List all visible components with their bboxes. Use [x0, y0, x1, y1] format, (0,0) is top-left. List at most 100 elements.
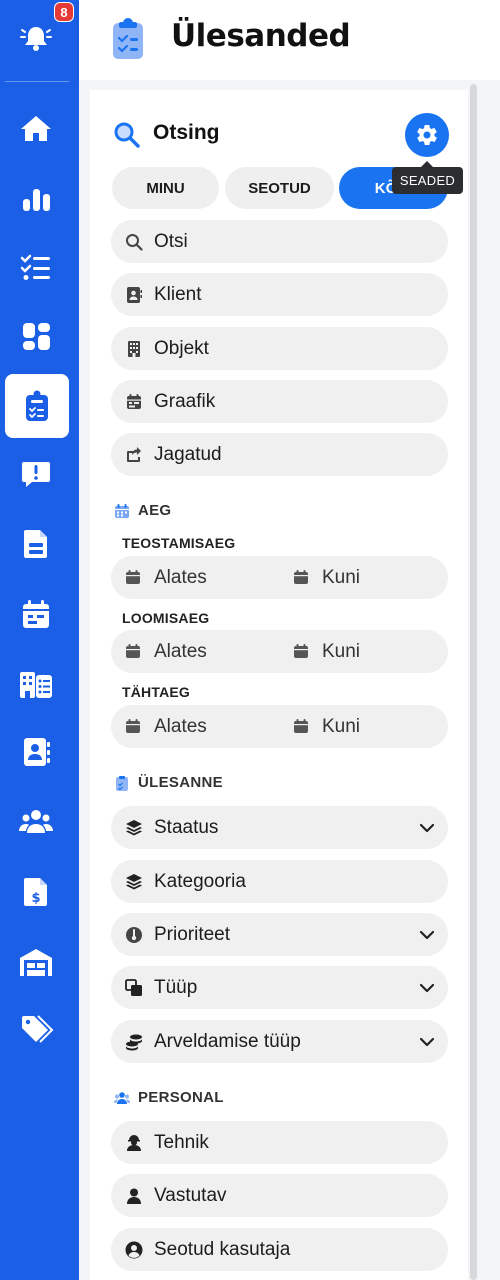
svg-text:$: $ [31, 891, 40, 906]
clipboard-task-icon [116, 775, 128, 791]
creation-time-from[interactable]: Alates [154, 641, 207, 663]
execution-time-label: TEOSTAMISAEG [122, 535, 236, 551]
user-icon [124, 1186, 143, 1205]
calendar-icon [294, 644, 308, 658]
sidebar-item-users[interactable] [0, 794, 72, 850]
responsible-filter-label: Vastutav [154, 1185, 227, 1206]
page-header: Ülesanded [79, 0, 500, 80]
responsible-filter[interactable]: Vastutav [111, 1174, 448, 1217]
calendar-icon [126, 719, 140, 733]
sidebar-item-checklist[interactable] [0, 239, 72, 295]
task-section-header: ÜLESANNE [114, 774, 223, 791]
time-section-header: AEG [114, 502, 171, 519]
object-filter-label: Objekt [154, 338, 209, 359]
execution-time-range: Alates Kuni [111, 556, 448, 599]
calendar-icon [115, 503, 129, 518]
share-icon [124, 445, 143, 464]
sidebar-item-statistics[interactable] [0, 171, 72, 227]
sidebar-item-alerts[interactable] [0, 446, 72, 502]
calendar-icon [124, 392, 143, 411]
document-icon [24, 530, 47, 558]
building-icon [124, 339, 143, 358]
time-section-label: AEG [138, 502, 172, 519]
client-filter-label: Klient [154, 284, 202, 305]
object-filter[interactable]: Objekt [111, 327, 448, 370]
shared-filter[interactable]: Jagatud [111, 433, 448, 476]
checklist-icon [20, 254, 50, 280]
technician-icon [124, 1133, 143, 1152]
type-dropdown-label: Tüüp [154, 977, 198, 998]
users-icon [114, 1091, 130, 1104]
sidebar-item-dashboard[interactable] [0, 308, 72, 364]
deadline-from[interactable]: Alates [154, 716, 207, 738]
billing-type-dropdown-label: Arveldamise tüüp [154, 1031, 301, 1052]
search-icon [114, 122, 140, 148]
related-user-filter-label: Seotud kasutaja [154, 1239, 291, 1260]
calendar-icon [294, 719, 308, 733]
deadline-to[interactable]: Kuni [322, 716, 360, 738]
search-icon [124, 232, 143, 251]
execution-time-to[interactable]: Kuni [322, 567, 360, 589]
sidebar-item-calendar[interactable] [0, 586, 72, 642]
dashboard-icon [23, 323, 50, 350]
layers-icon [124, 818, 143, 837]
calendar-icon [23, 600, 49, 628]
priority-dropdown[interactable]: Prioriteet [111, 913, 448, 956]
tab-minu[interactable]: MINU [112, 167, 219, 209]
technician-filter-label: Tehnik [154, 1132, 209, 1153]
sidebar-item-tasks[interactable] [5, 374, 69, 438]
calendar-icon [126, 644, 140, 658]
clone-icon [124, 978, 143, 997]
billing-type-dropdown[interactable]: Arveldamise tüüp [111, 1020, 448, 1063]
type-dropdown[interactable]: Tüüp [111, 966, 448, 1009]
creation-time-label: LOOMISAEG [122, 610, 210, 626]
sidebar-item-objects[interactable] [0, 656, 72, 712]
calendar-icon [294, 570, 308, 584]
client-filter[interactable]: Klient [111, 273, 448, 316]
page-title: Ülesanded [171, 18, 351, 54]
personnel-section-header: PERSONAL [114, 1089, 224, 1106]
settings-button[interactable] [405, 113, 449, 157]
sidebar-item-warehouse[interactable] [0, 934, 72, 990]
chevron-down-icon [419, 1037, 435, 1047]
deadline-range: Alates Kuni [111, 705, 448, 748]
search-title: Otsing [153, 121, 220, 144]
sidebar-item-contacts[interactable] [0, 724, 72, 780]
alert-message-icon [22, 462, 50, 487]
personnel-section-label: PERSONAL [138, 1089, 224, 1106]
settings-tooltip: SEADED [392, 167, 463, 194]
status-dropdown-label: Staatus [154, 817, 219, 838]
thermometer-icon [124, 925, 143, 944]
schedule-filter[interactable]: Graafik [111, 380, 448, 423]
coins-icon [124, 1032, 143, 1051]
chevron-down-icon [419, 823, 435, 833]
creation-time-range: Alates Kuni [111, 630, 448, 673]
creation-time-to[interactable]: Kuni [322, 641, 360, 663]
sidebar-item-invoices[interactable]: $ [0, 864, 72, 920]
execution-time-from[interactable]: Alates [154, 567, 207, 589]
contact-book-icon [24, 738, 50, 766]
calendar-icon [126, 570, 140, 584]
sidebar-item-tags[interactable] [0, 1002, 72, 1058]
scrollbar[interactable] [470, 84, 477, 1280]
sidebar-item-documents[interactable] [0, 516, 72, 572]
chevron-down-icon [419, 983, 435, 993]
related-user-filter[interactable]: Seotud kasutaja [111, 1228, 448, 1271]
invoice-dollar-icon: $ [24, 878, 47, 906]
search-input[interactable]: Otsi [111, 220, 448, 263]
category-filter-label: Kategooria [154, 871, 246, 892]
shared-filter-label: Jagatud [154, 444, 222, 465]
status-dropdown[interactable]: Staatus [111, 806, 448, 849]
sidebar-item-home[interactable] [0, 101, 72, 157]
bell-icon [20, 27, 52, 51]
schedule-filter-label: Graafik [154, 391, 216, 412]
tab-seotud[interactable]: SEOTUD [225, 167, 334, 209]
user-circle-icon [124, 1240, 143, 1259]
task-section-label: ÜLESANNE [138, 774, 223, 791]
notification-count-badge: 8 [54, 2, 74, 22]
priority-dropdown-label: Prioriteet [154, 924, 231, 945]
category-filter[interactable]: Kategooria [111, 860, 448, 903]
clipboard-task-icon [26, 390, 48, 421]
technician-filter[interactable]: Tehnik [111, 1121, 448, 1164]
chevron-down-icon [419, 930, 435, 940]
